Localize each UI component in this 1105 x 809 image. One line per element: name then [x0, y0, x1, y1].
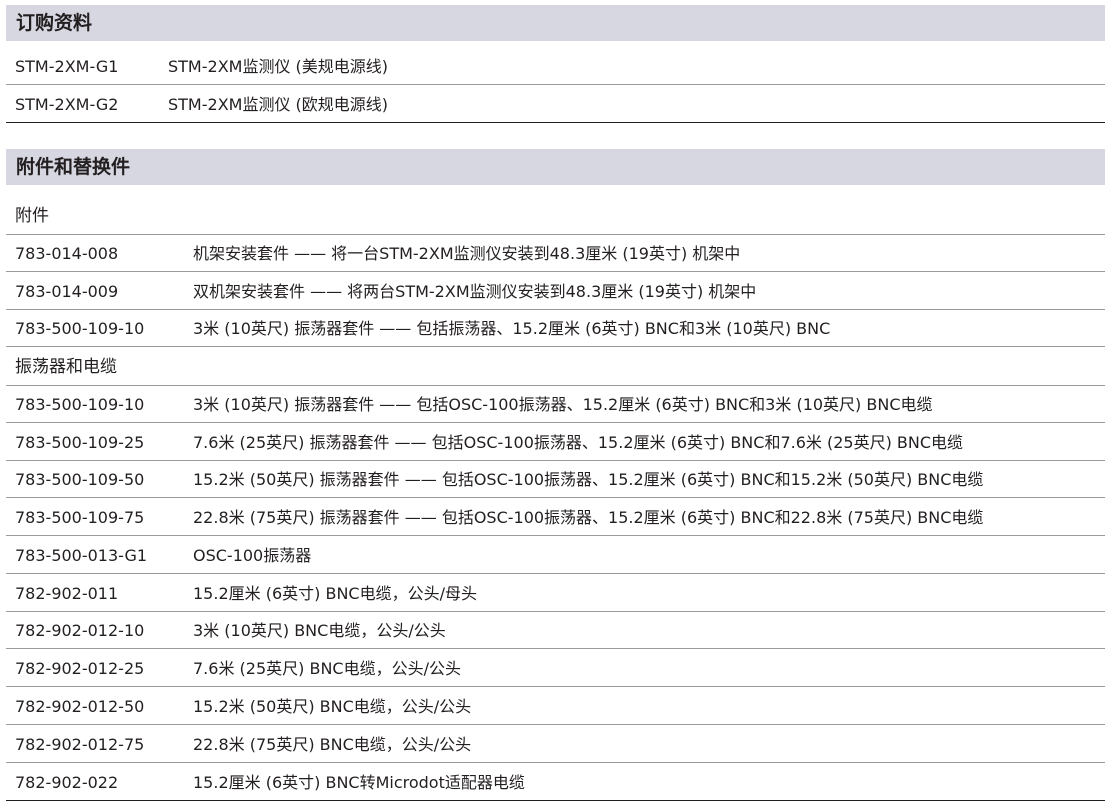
part-description: 双机架安装套件 —— 将两台STM-2XM监测仪安装到48.3厘米 (19英寸)… [193, 282, 757, 301]
group-heading-oscillators-cables: 振荡器和电缆 [6, 349, 1105, 386]
part-description: 3米 (10英尺) BNC电缆，公头/公头 [193, 621, 446, 640]
part-number: 783-500-109-10 [15, 319, 145, 338]
part-description: 机架安装套件 —— 将一台STM-2XM监测仪安装到48.3厘米 (19英寸) … [193, 244, 741, 263]
part-number: 783-500-109-25 [15, 433, 145, 452]
part-number: 782-902-012-50 [15, 697, 145, 716]
part-description: 22.8米 (75英尺) 振荡器套件 —— 包括OSC-100振荡器、15.2厘… [193, 508, 984, 527]
table-row: 782-902-012-75 22.8米 (75英尺) BNC电缆，公头/公头 [6, 726, 1105, 763]
table-row: 783-500-013-G1 OSC-100振荡器 [6, 537, 1105, 574]
part-number: 782-902-012-10 [15, 621, 145, 640]
table-row: STM-2XM-G1 STM-2XM监测仪 (美规电源线) [6, 48, 1105, 85]
part-description: 15.2米 (50英尺) BNC电缆，公头/公头 [193, 697, 472, 716]
part-description: 15.2厘米 (6英寸) BNC电缆，公头/母头 [193, 584, 477, 603]
table-row: STM-2XM-G2 STM-2XM监测仪 (欧规电源线) [6, 86, 1105, 123]
part-number: 782-902-012-25 [15, 659, 145, 678]
part-number: STM-2XM-G1 [15, 57, 119, 76]
part-number: 783-500-109-50 [15, 470, 145, 489]
part-number: 783-500-109-75 [15, 508, 145, 527]
part-description: OSC-100振荡器 [193, 546, 312, 565]
part-description: 7.6米 (25英尺) 振荡器套件 —— 包括OSC-100振荡器、15.2厘米… [193, 433, 964, 452]
part-description: STM-2XM监测仪 (美规电源线) [168, 57, 389, 76]
part-number: 783-500-109-10 [15, 395, 145, 414]
accessories-section-header: 附件和替换件 [6, 149, 1105, 185]
part-number: 782-902-022 [15, 773, 119, 792]
part-description: 3米 (10英尺) 振荡器套件 —— 包括OSC-100振荡器、15.2厘米 (… [193, 395, 933, 414]
part-description: 22.8米 (75英尺) BNC电缆，公头/公头 [193, 735, 472, 754]
part-number: 783-500-013-G1 [15, 546, 148, 565]
table-row: 782-902-012-50 15.2米 (50英尺) BNC电缆，公头/公头 [6, 688, 1105, 725]
part-description: 15.2厘米 (6英寸) BNC转Microdot适配器电缆 [193, 773, 525, 792]
table-row: 783-014-009 双机架安装套件 —— 将两台STM-2XM监测仪安装到4… [6, 273, 1105, 310]
table-row: 783-500-109-25 7.6米 (25英尺) 振荡器套件 —— 包括OS… [6, 424, 1105, 461]
part-description: 3米 (10英尺) 振荡器套件 —— 包括振荡器、15.2厘米 (6英寸) BN… [193, 319, 831, 338]
table-row: 783-500-109-10 3米 (10英尺) 振荡器套件 —— 包括OSC-… [6, 386, 1105, 423]
table-row: 782-902-012-10 3米 (10英尺) BNC电缆，公头/公头 [6, 612, 1105, 649]
table-row: 783-500-109-10 3米 (10英尺) 振荡器套件 —— 包括振荡器、… [6, 310, 1105, 347]
table-row: 782-902-012-25 7.6米 (25英尺) BNC电缆，公头/公头 [6, 650, 1105, 687]
part-description: STM-2XM监测仪 (欧规电源线) [168, 95, 389, 114]
part-number: 783-014-008 [15, 244, 119, 263]
part-number: 782-902-012-75 [15, 735, 145, 754]
group-heading-accessories: 附件 [6, 198, 1105, 235]
part-description: 15.2米 (50英尺) 振荡器套件 —— 包括OSC-100振荡器、15.2厘… [193, 470, 984, 489]
part-description: 7.6米 (25英尺) BNC电缆，公头/公头 [193, 659, 461, 678]
table-row: 782-902-011 15.2厘米 (6英寸) BNC电缆，公头/母头 [6, 575, 1105, 612]
part-number: 783-014-009 [15, 282, 119, 301]
table-row: 783-500-109-75 22.8米 (75英尺) 振荡器套件 —— 包括O… [6, 499, 1105, 536]
ordering-section-header: 订购资料 [6, 5, 1105, 41]
part-number: STM-2XM-G2 [15, 95, 119, 114]
table-row: 783-500-109-50 15.2米 (50英尺) 振荡器套件 —— 包括O… [6, 461, 1105, 498]
table-row: 782-902-022 15.2厘米 (6英寸) BNC转Microdot适配器… [6, 764, 1105, 801]
table-row: 783-014-008 机架安装套件 —— 将一台STM-2XM监测仪安装到48… [6, 235, 1105, 272]
part-number: 782-902-011 [15, 584, 119, 603]
